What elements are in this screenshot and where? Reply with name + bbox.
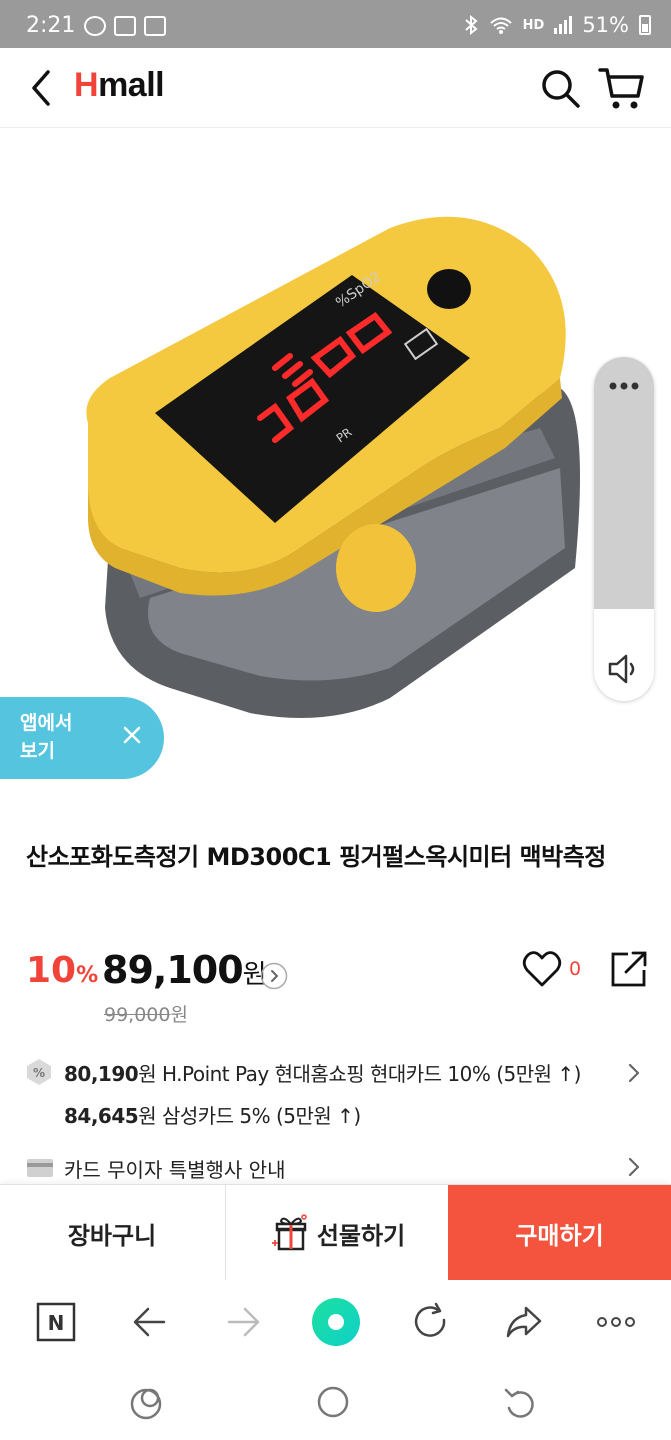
discount-value: 10 [26,950,77,991]
search-button[interactable] [538,66,582,110]
signal-icon [554,16,573,34]
refresh-icon[interactable] [408,1300,452,1344]
open-in-app-banner[interactable]: 앱에서 보기 [0,697,164,779]
price-value: 89,100 [102,948,244,992]
original-price-unit: 원 [170,1004,188,1026]
naver-home-icon[interactable]: N [34,1300,78,1344]
forward-arrow-icon[interactable] [221,1300,265,1344]
chevron-right-icon[interactable] [624,1062,644,1084]
bluetooth-icon [464,15,478,35]
hd-voice-badge: HD [522,17,545,33]
benefit-hpoint-amount: 80,190 [64,1062,139,1086]
notification-app-icon [84,16,106,36]
volume-panel[interactable] [594,357,654,701]
more-menu-icon[interactable] [594,1300,638,1344]
chevron-left-icon [32,70,50,106]
discount-rate: 10% [26,950,98,991]
app-header: Hmall [0,48,671,128]
gift-icon [271,1214,307,1251]
benefit-samsung-text: 원 삼성카드 5% (5만원 ↑) [138,1104,361,1128]
share-arrow-icon[interactable] [502,1300,546,1344]
like-count: 0 [569,958,582,980]
cart-button[interactable] [598,64,646,112]
status-right: HD 51% [463,13,651,37]
benefit-hpoint-text: 원 H.Point Pay 현대홈쇼핑 현대카드 10% (5만원 ↑) [138,1062,581,1086]
gift-label: 선물하기 [316,1221,406,1250]
green-dot-icon[interactable] [310,1296,362,1348]
close-icon[interactable] [120,723,144,747]
discount-badge-icon: % [27,1059,51,1085]
gallery-icon [114,16,136,36]
app-notification-icon [144,16,166,36]
browser-toolbar: N [0,1280,671,1364]
share-icon [611,951,647,987]
back-arrow-icon[interactable] [128,1300,172,1344]
home-icon[interactable] [313,1382,353,1422]
speaker-icon[interactable] [606,653,640,685]
battery-icon [639,15,651,35]
back-button[interactable] [22,66,62,110]
gift-button[interactable]: 선물하기 [225,1185,448,1281]
original-price: 99,000원 [104,1000,188,1027]
chevron-right-icon[interactable] [624,1156,644,1178]
benefit-hpoint[interactable]: 80,190원 H.Point Pay 현대홈쇼핑 현대카드 10% (5만원 … [64,1058,581,1087]
open-in-app-label: 앱에서 보기 [20,712,73,762]
logo-mall: mall [98,66,165,104]
system-navigation-bar [0,1364,671,1440]
original-price-value: 99,000 [104,1004,171,1026]
product-title: 산소포화도측정기 MD300C1 핑거펄스옥시미터 맥박측정 [26,843,606,871]
credit-card-icon [27,1159,53,1177]
share-button[interactable] [610,950,648,988]
volume-level [594,357,654,609]
sale-price: 89,100원 [102,948,267,992]
notification-icons [84,16,166,36]
like-button[interactable] [522,950,562,988]
back-gesture-icon[interactable] [500,1382,540,1422]
logo-h: H [74,66,99,104]
status-time: 2:21 [26,13,76,38]
cart-icon [598,68,644,109]
benefit-samsung-amount: 84,645 [64,1104,139,1128]
status-bar: 2:21 HD 51% [0,0,671,48]
hmall-logo[interactable]: Hmall [74,66,165,105]
more-options-icon[interactable] [608,381,640,391]
wifi-icon [489,17,512,34]
add-to-cart-button[interactable]: 장바구니 [0,1185,224,1281]
benefit-samsung[interactable]: 84,645원 삼성카드 5% (5만원 ↑) [64,1100,361,1129]
svg-text:N: N [48,1311,65,1335]
discount-unit: % [76,963,99,988]
buy-now-button[interactable]: 구매하기 [448,1185,671,1281]
heart-icon [522,951,562,987]
svg-text:%: % [33,1066,45,1080]
price-detail-chevron-icon[interactable] [260,962,288,990]
search-icon [542,70,580,108]
recent-apps-icon[interactable] [126,1382,166,1422]
battery-percent: 51% [582,13,629,37]
purchase-action-bar: 장바구니 선물하기 구매하기 [0,1184,671,1281]
card-installment-info[interactable]: 카드 무이자 특별행사 안내 [64,1154,285,1183]
